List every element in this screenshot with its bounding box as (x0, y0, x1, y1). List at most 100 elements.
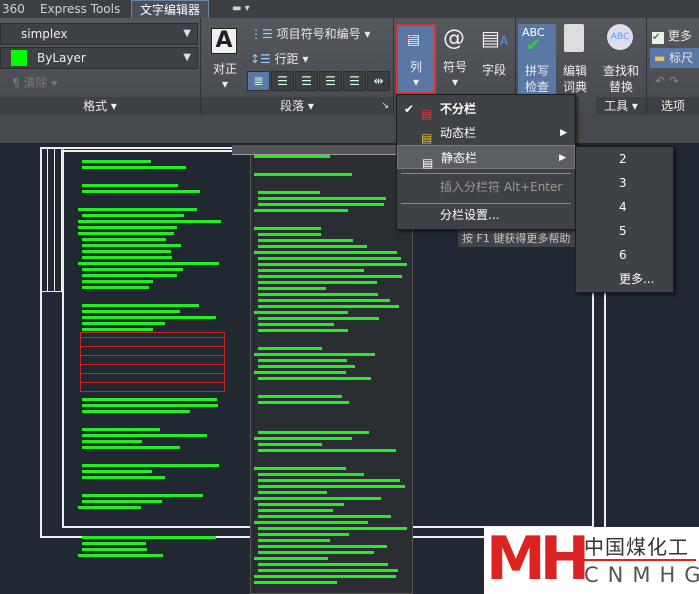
panel-options[interactable]: 选项 (647, 97, 699, 115)
logo-mark: MH (486, 524, 590, 594)
drawing-text-line (78, 262, 220, 265)
drawing-text-line (258, 239, 354, 242)
tab-express-tools[interactable]: Express Tools (40, 0, 120, 18)
ruler-button[interactable]: ▬ 标尺 (650, 48, 699, 68)
menu-item-no-columns[interactable]: ✔ ▤ 不分栏 (397, 97, 575, 121)
drawing-text-line (258, 479, 400, 482)
font-combo[interactable]: simplex ▼ (0, 23, 198, 45)
drawing-text-line (258, 197, 387, 200)
drawing-text-line (258, 539, 331, 542)
align-left-button[interactable]: ☰ (271, 71, 294, 91)
no-columns-icon: ▤ (421, 107, 433, 121)
static-columns-submenu: 2 3 4 5 6 更多... (575, 146, 674, 293)
more-checkbox[interactable]: ✔ 更多 (652, 27, 692, 44)
drawing-text-line (82, 428, 161, 431)
drawing-text-line (258, 533, 350, 536)
drawing-text-line (258, 317, 379, 320)
edit-dictionary-icon (564, 24, 584, 52)
tab-text-editor[interactable]: 文字编辑器 (131, 0, 210, 18)
justify-button[interactable]: 对正 ▾ (209, 60, 241, 91)
spell-check-icon: ABC ✔ (522, 26, 545, 56)
field-button[interactable]: 字段 (476, 61, 512, 78)
drawing-text-line (258, 491, 327, 494)
align-default-button[interactable]: ≣ (247, 71, 270, 91)
drawing-text-line (258, 443, 322, 446)
drawing-text-line (78, 506, 141, 509)
submenu-item-more[interactable]: 更多... (576, 267, 673, 291)
align-distribute-button[interactable]: ⇹ (367, 71, 390, 91)
watermark-logo: MH 中国煤化工 CNMHG (484, 527, 699, 594)
field-icon: ▤A (481, 26, 509, 50)
drawing-text-line (82, 250, 171, 253)
submenu-item-6[interactable]: 6 (576, 243, 673, 267)
color-swatch (11, 50, 27, 66)
clear-button[interactable]: ¶ 清除 ▾ (12, 74, 57, 91)
line-spacing-icon: ↕☰ (250, 52, 271, 66)
drawing-text-line (258, 299, 391, 302)
justify-icon[interactable]: A (211, 28, 237, 54)
align-justify-button[interactable]: ☰ (343, 71, 366, 91)
drawing-text-line (78, 554, 164, 557)
drawing-text-line (78, 226, 177, 229)
drawing-text-line (82, 184, 178, 187)
align-right-button[interactable]: ☰ (319, 71, 342, 91)
tab-360[interactable]: 360 (2, 0, 25, 18)
drawing-text-line (258, 527, 407, 530)
drawing-text-line (258, 449, 397, 452)
drawing-text-line (82, 304, 199, 307)
drawing-text-line (258, 569, 398, 572)
submenu-item-3[interactable]: 3 (576, 171, 673, 195)
line-spacing-button[interactable]: ↕☰ 行距 ▾ (250, 50, 309, 67)
ribbon-toggle-icon[interactable]: ▬ ▾ (232, 0, 250, 18)
drawing-text-line (258, 503, 344, 506)
drawing-text-line (258, 347, 322, 350)
title-block (40, 147, 64, 292)
mtext-ruler[interactable] (232, 145, 412, 155)
ribbon: simplex ▼ ByLayer ▼ ¶ 清除 ▾ 格式 ▾ A 对正 ▾ ⋮☰ 项… (0, 18, 699, 115)
drawing-text-line (258, 401, 349, 404)
drawing-text-line (258, 263, 407, 266)
dynamic-columns-icon: ▤ (421, 131, 433, 145)
drawing-text-line (258, 359, 347, 362)
columns-menu: ✔ ▤ 不分栏 ▤ 动态栏 ▶ ▤ 静态栏 ▶ 插入分栏符 Alt+Enter 分栏设置..… (396, 94, 576, 230)
drawing-text-line (82, 310, 181, 313)
drawing-text-line (258, 515, 391, 518)
drawing-text-line (82, 268, 183, 271)
drawing-text-line (254, 521, 369, 524)
panel-paragraph[interactable]: 段落 ▾ ↘ (201, 97, 393, 115)
edit-dictionary-button[interactable]: 编辑 词典 (557, 63, 593, 95)
drawing-text-line (82, 398, 218, 401)
drawing-text-line (82, 536, 217, 539)
drawing-text-line (254, 371, 347, 374)
logo-en: CNMHG (584, 563, 699, 587)
menu-item-dynamic-columns[interactable]: ▤ 动态栏 ▶ (397, 121, 575, 145)
color-combo[interactable]: ByLayer ▼ (0, 47, 198, 69)
eraser-icon: ¶ (12, 76, 24, 90)
panel-format[interactable]: 格式 ▾ (0, 97, 200, 115)
columns-icon: ▤ ⟋ (405, 30, 421, 48)
drawing-text-line (258, 431, 370, 434)
drawing-text-line (82, 274, 177, 277)
submenu-item-2[interactable]: 2 (576, 147, 673, 171)
submenu-arrow-icon: ▶ (559, 153, 566, 163)
drawing-text-line (82, 470, 153, 473)
drawing-text-line (82, 286, 150, 289)
menu-item-column-settings[interactable]: 分栏设置... (397, 203, 575, 227)
submenu-item-4[interactable]: 4 (576, 195, 673, 219)
drawing-text-line (82, 166, 187, 169)
panel-tools[interactable]: 工具 ▾ (596, 97, 646, 115)
bullets-button[interactable]: ⋮☰ 项目符号和编号 ▾ (250, 25, 370, 42)
submenu-item-5[interactable]: 5 (576, 219, 673, 243)
undo-redo-icons[interactable]: ↶ ↷ (655, 74, 679, 88)
symbol-button[interactable]: 符号 ▾ (438, 58, 472, 89)
find-replace-button[interactable]: 查找和 替换 (598, 63, 644, 95)
chevron-down-icon: ▼ (183, 52, 191, 63)
menu-item-static-columns[interactable]: ▤ 静态栏 ▶ (397, 145, 575, 170)
align-center-button[interactable]: ☰ (295, 71, 318, 91)
drawing-text-line (254, 311, 349, 314)
drawing-text-line (82, 316, 216, 319)
drawing-text-line (254, 251, 397, 254)
drawing-text-line (82, 322, 165, 325)
static-columns-icon: ▤ (422, 156, 434, 170)
spell-check-label: 拼写检查 (524, 64, 549, 94)
